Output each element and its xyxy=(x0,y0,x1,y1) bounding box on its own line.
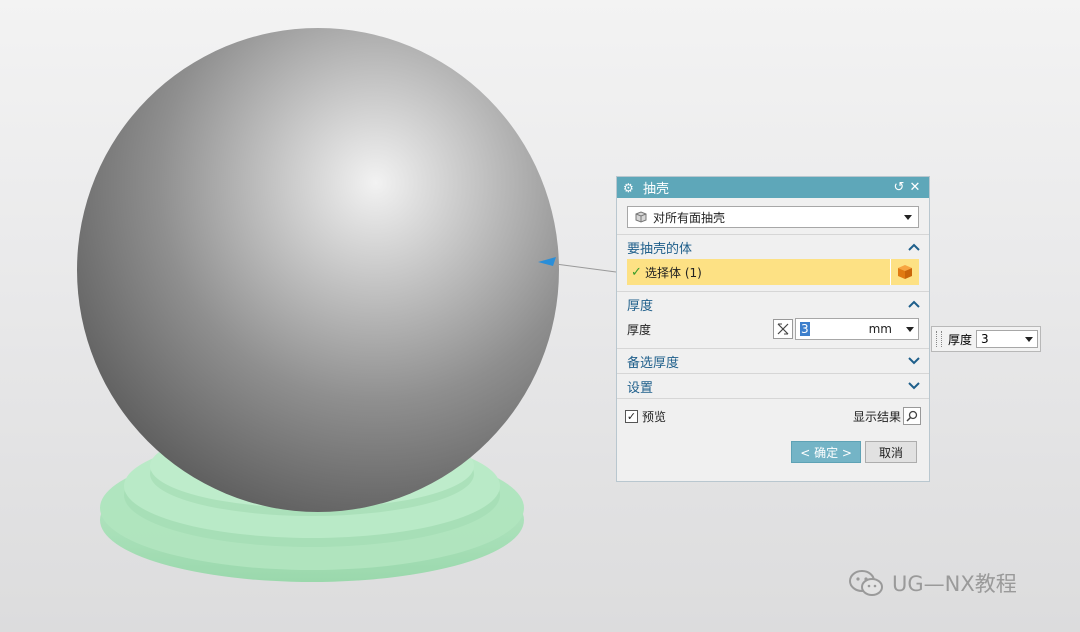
cancel-button[interactable]: 取消 xyxy=(865,441,917,463)
chevron-down-icon[interactable] xyxy=(906,326,914,332)
thickness-value[interactable]: 3 xyxy=(800,322,810,336)
dialog-title: 抽壳 xyxy=(643,182,670,197)
formula-icon[interactable] xyxy=(773,319,793,339)
floating-thickness-select[interactable]: 3 xyxy=(976,330,1039,348)
watermark: UG—NX教程 xyxy=(848,568,1017,598)
chevron-down-icon xyxy=(904,214,912,220)
section-title: 厚度 xyxy=(627,298,654,314)
sphere-body[interactable] xyxy=(77,28,559,512)
section-thickness[interactable]: 厚度 xyxy=(617,291,929,316)
floating-thickness-widget[interactable]: 厚度 3 xyxy=(931,326,1041,352)
gear-icon[interactable]: ⚙ xyxy=(623,181,637,195)
thickness-label: 厚度 xyxy=(627,322,652,337)
ok-button[interactable]: < 确定 > xyxy=(791,441,861,463)
section-body-to-shell[interactable]: 要抽壳的体 xyxy=(617,234,929,259)
chevron-down-icon[interactable] xyxy=(907,379,921,393)
select-body-button[interactable] xyxy=(890,259,919,285)
thickness-unit: mm xyxy=(868,322,892,336)
chevron-down-icon[interactable] xyxy=(907,354,921,368)
section-alt-thickness[interactable]: 备选厚度 xyxy=(617,348,929,373)
chevron-down-icon xyxy=(1025,336,1034,342)
magnifier-icon xyxy=(906,410,918,422)
select-body-label: 选择体 (1) xyxy=(645,265,702,280)
close-icon[interactable]: ✕ xyxy=(907,180,923,195)
section-title: 备选厚度 xyxy=(627,355,680,371)
preview-label: 预览 xyxy=(642,409,667,424)
dialog-titlebar[interactable]: ⚙ 抽壳 ↺ ✕ xyxy=(617,177,929,198)
show-result-button[interactable] xyxy=(903,407,921,425)
wechat-icon xyxy=(849,570,883,596)
orange-cube-icon xyxy=(898,265,912,279)
watermark-text: UG—NX教程 xyxy=(892,572,1017,596)
drag-handle[interactable] xyxy=(936,331,942,347)
shell-dialog: ⚙ 抽壳 ↺ ✕ 对所有面抽壳 要抽壳的体 ✓ 选择体 (1) 厚度 厚度 3 … xyxy=(616,176,930,482)
shell-type-value: 对所有面抽壳 xyxy=(653,210,726,225)
select-body-row[interactable]: ✓ 选择体 (1) xyxy=(627,259,919,285)
thickness-input[interactable]: 3 mm xyxy=(795,318,919,340)
floating-thickness-label: 厚度 xyxy=(948,332,973,347)
show-result-label: 显示结果 xyxy=(852,409,901,424)
reset-icon[interactable]: ↺ xyxy=(891,180,907,195)
chevron-up-icon[interactable] xyxy=(907,240,921,254)
floating-thickness-value[interactable]: 3 xyxy=(981,332,1025,346)
solid-body-icon xyxy=(635,211,647,223)
chevron-up-icon[interactable] xyxy=(907,297,921,311)
check-icon: ✓ xyxy=(631,264,642,280)
preview-checkbox[interactable]: ✓ xyxy=(625,409,638,423)
section-settings[interactable]: 设置 xyxy=(617,373,929,398)
section-title: 要抽壳的体 xyxy=(627,241,693,257)
shell-type-select[interactable]: 对所有面抽壳 xyxy=(627,206,919,228)
section-title: 设置 xyxy=(627,380,654,396)
